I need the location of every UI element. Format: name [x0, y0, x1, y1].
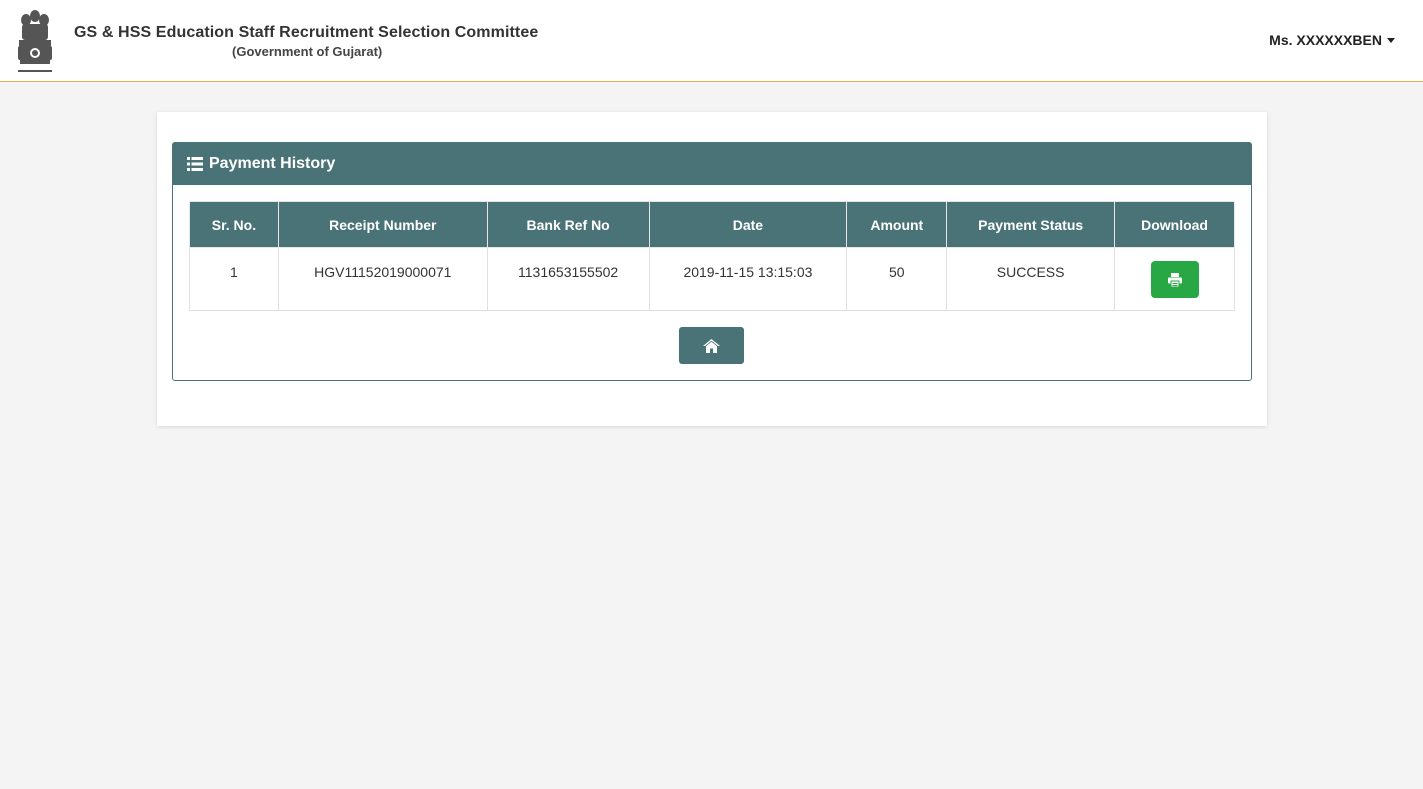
user-menu-dropdown[interactable]: Ms. XXXXXXBEN — [1269, 32, 1395, 48]
print-icon — [1167, 272, 1182, 287]
print-receipt-button[interactable] — [1150, 261, 1199, 298]
payment-history-panel: Payment History Sr. No. Receipt Number B… — [172, 142, 1252, 381]
main-card: Payment History Sr. No. Receipt Number B… — [157, 112, 1267, 426]
col-header-amount: Amount — [846, 201, 948, 248]
col-header-download: Download — [1114, 201, 1235, 248]
home-icon — [703, 338, 720, 353]
panel-heading: Payment History — [173, 143, 1251, 185]
col-header-payment-status: Payment Status — [946, 201, 1116, 248]
cell-date: 2019-11-15 13:15:03 — [648, 247, 848, 311]
home-button[interactable] — [679, 327, 744, 364]
title-block: GS & HSS Education Staff Recruitment Sel… — [74, 24, 554, 59]
table-row: 1 HGV11152019000071 1131653155502 2019-1… — [189, 247, 1235, 311]
cell-download — [1114, 247, 1235, 311]
site-subtitle: (Government of Gujarat) — [232, 44, 383, 59]
site-header: GS & HSS Education Staff Recruitment Sel… — [0, 0, 1423, 82]
state-emblem-icon — [18, 10, 52, 72]
cell-payment-status: SUCCESS — [946, 247, 1116, 311]
col-header-date: Date — [648, 201, 848, 248]
col-header-sr-no: Sr. No. — [189, 201, 279, 248]
cell-receipt-number: HGV11152019000071 — [277, 247, 488, 311]
cell-sr-no: 1 — [189, 247, 279, 311]
cell-amount: 50 — [846, 247, 948, 311]
caret-down-icon — [1387, 38, 1395, 43]
cell-bank-ref-no: 1131653155502 — [486, 247, 650, 311]
site-title: GS & HSS Education Staff Recruitment Sel… — [74, 24, 539, 41]
col-header-bank-ref-no: Bank Ref No — [486, 201, 650, 248]
payment-history-table: Sr. No. Receipt Number Bank Ref No Date … — [189, 201, 1235, 311]
panel-title: Payment History — [209, 155, 336, 172]
list-icon — [187, 157, 203, 171]
table-header-row: Sr. No. Receipt Number Bank Ref No Date … — [189, 201, 1235, 248]
col-header-receipt-number: Receipt Number — [277, 201, 488, 248]
user-name: Ms. XXXXXXBEN — [1269, 32, 1382, 48]
